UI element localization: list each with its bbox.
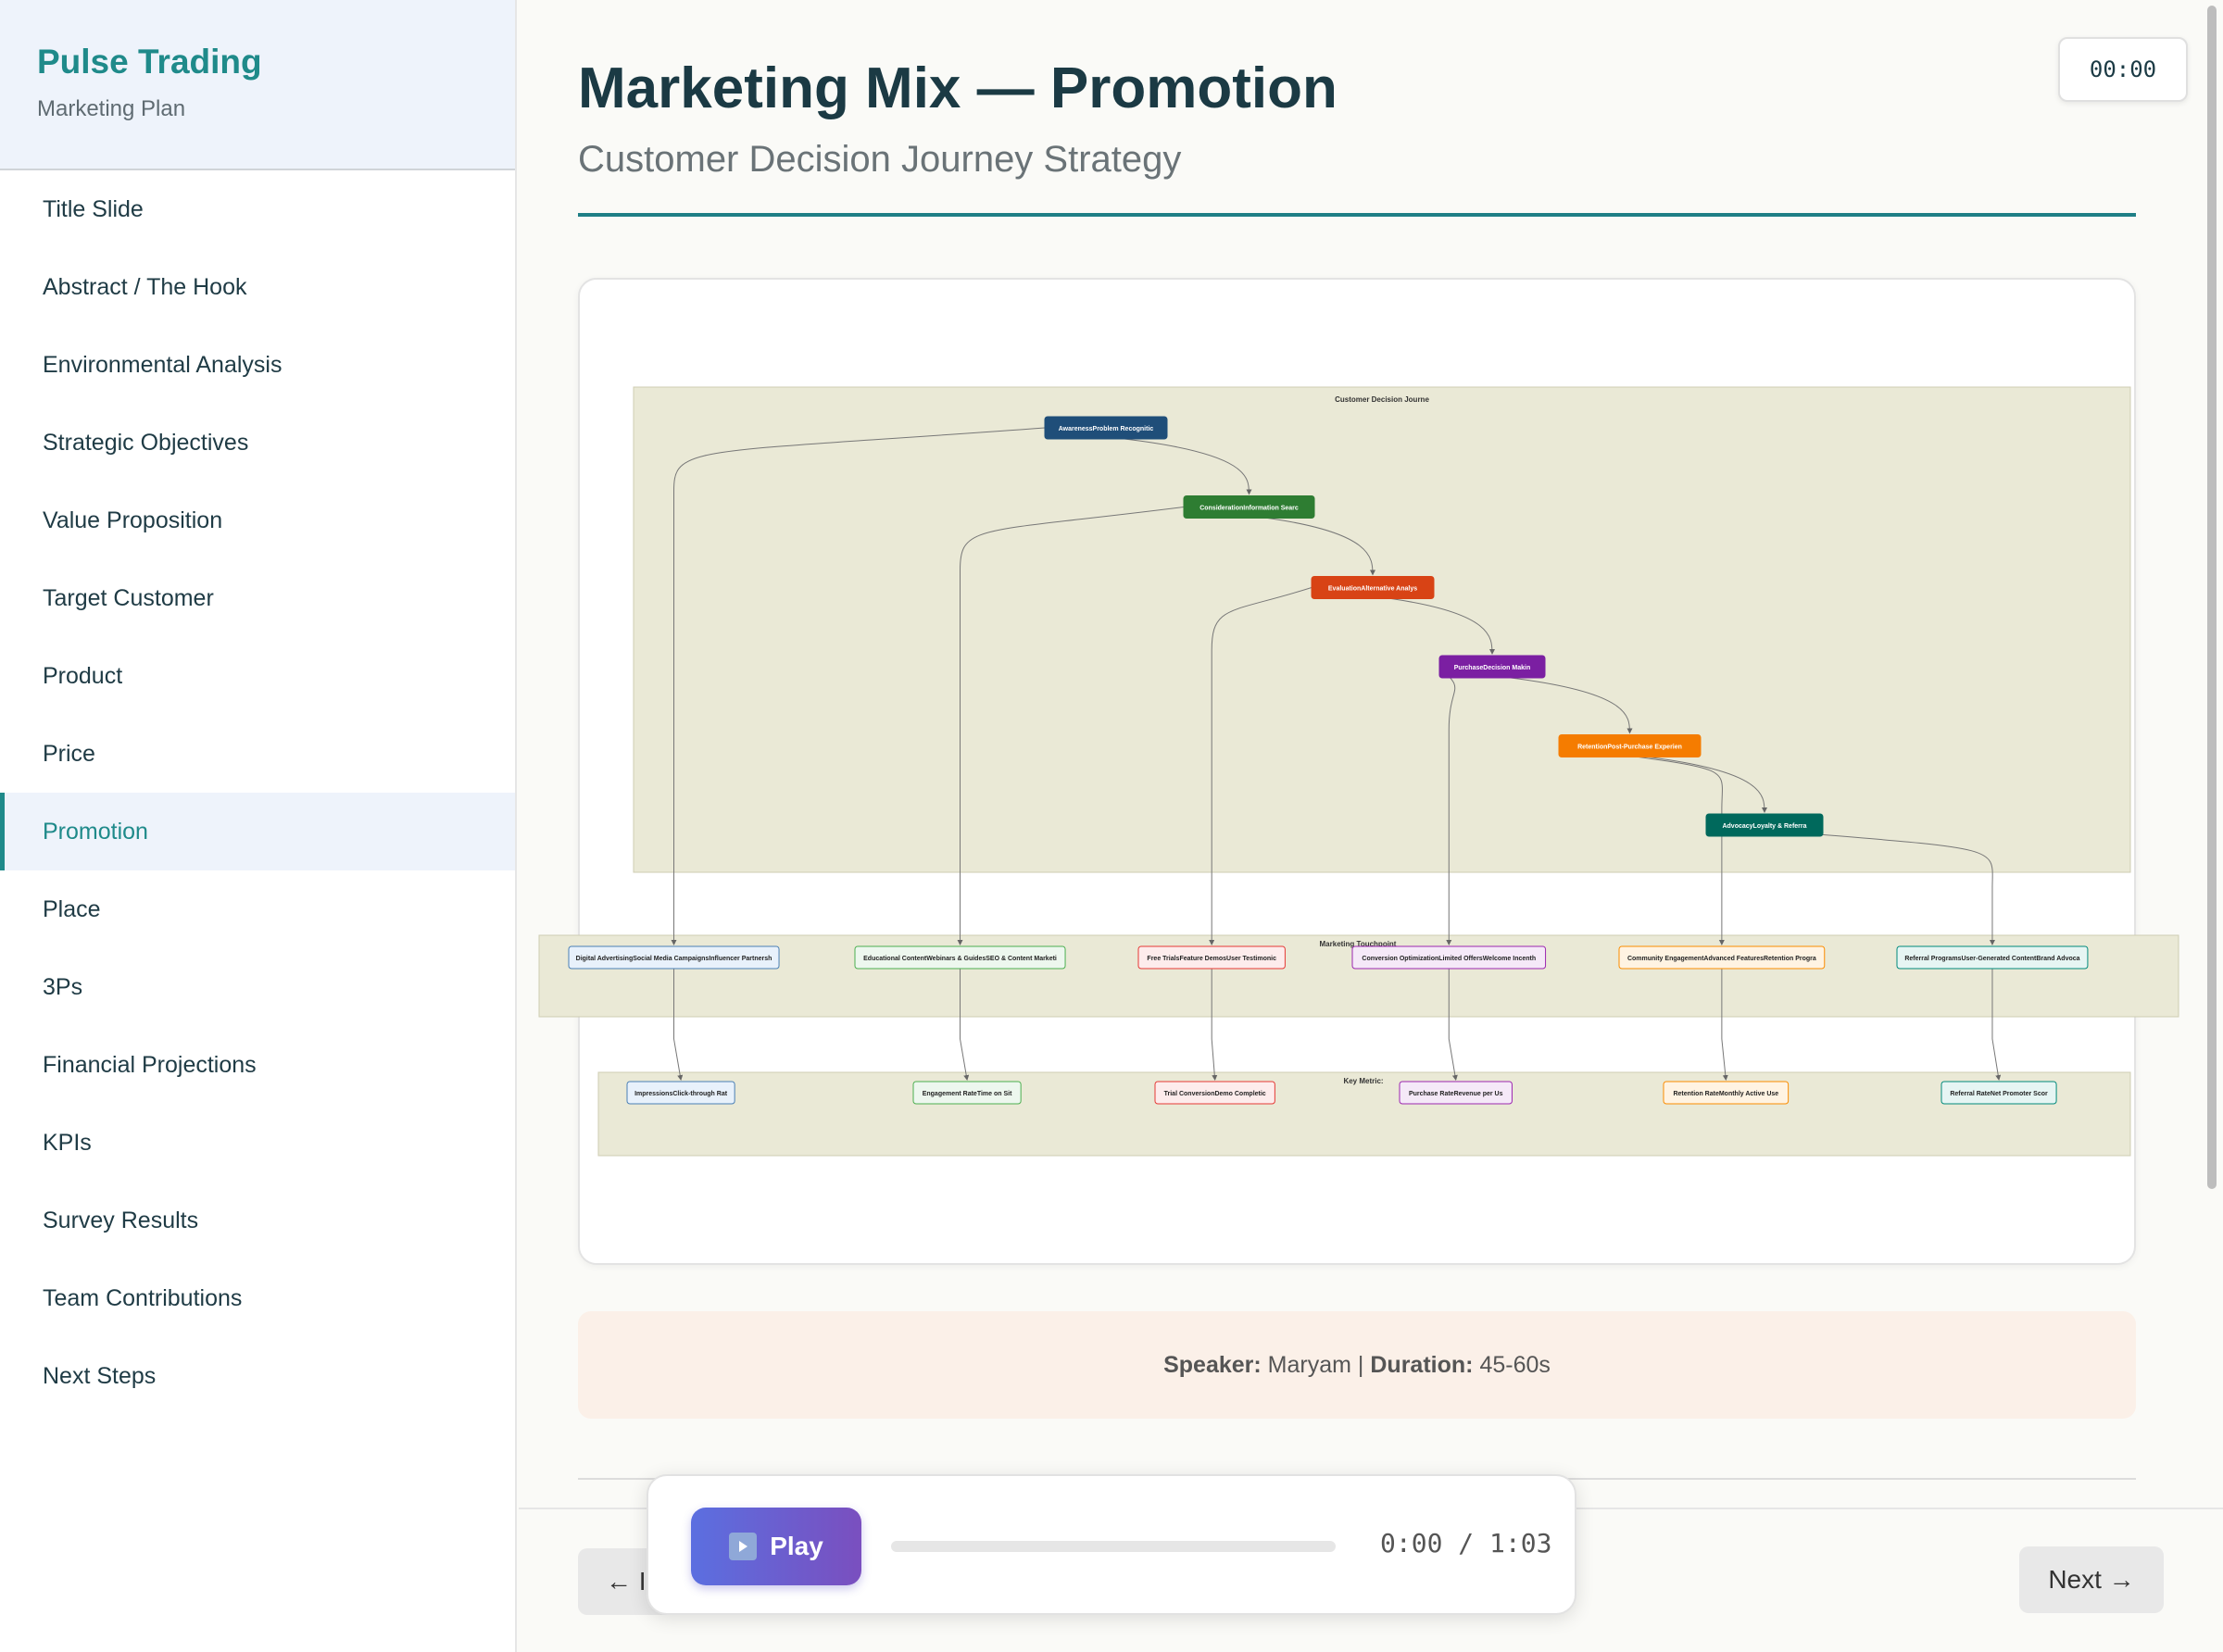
timer-display: 00:00 — [2058, 37, 2188, 102]
duration-label: Duration: — [1370, 1351, 1474, 1378]
touchpoints-node: Digital AdvertisingSocial Media Campaign… — [568, 945, 780, 970]
touchpoints-node: Community EngagementAdvanced FeaturesRet… — [1618, 945, 1826, 970]
journey-group-label: Customer Decision Journe — [1335, 395, 1429, 404]
stages-node: AwarenessProblem Recognitic — [1044, 416, 1168, 440]
touchpoints-node: Conversion OptimizationLimited OffersWel… — [1351, 945, 1547, 970]
sidebar-item-price[interactable]: Price — [0, 715, 515, 793]
app-title: Pulse Trading — [37, 43, 262, 81]
sidebar-item-target-customer[interactable]: Target Customer — [0, 559, 515, 637]
metrics-label: Trial ConversionDemo Completic — [1164, 1091, 1266, 1097]
page-title: Marketing Mix — Promotion — [578, 56, 1338, 120]
metrics-node: Trial ConversionDemo Completic — [1154, 1081, 1275, 1105]
stages-node: PurchaseDecision Makin — [1438, 655, 1546, 679]
metrics-label: Referral RateNet Promoter Scor — [1950, 1091, 2048, 1097]
sidebar-item-promotion[interactable]: Promotion — [0, 793, 515, 870]
stages-label: ConsiderationInformation Searc — [1199, 506, 1299, 512]
metrics-group-label: Key Metric: — [1343, 1077, 1383, 1085]
sidebar-item-survey-results[interactable]: Survey Results — [0, 1182, 515, 1259]
touchpoints-label: Educational ContentWebinars & GuidesSEO … — [863, 956, 1057, 962]
touchpoints-node: Referral ProgramsUser-Generated ContentB… — [1896, 945, 2089, 970]
touchpoints-label: Free TrialsFeature DemosUser Testimonic — [1147, 956, 1276, 962]
stages-label: AwarenessProblem Recognitic — [1059, 426, 1154, 432]
touchpoints-node: Educational ContentWebinars & GuidesSEO … — [854, 945, 1066, 970]
sidebar-item-financial-projections[interactable]: Financial Projections — [0, 1026, 515, 1104]
stages-node: EvaluationAlternative Analys — [1311, 576, 1435, 599]
next-button[interactable]: Next → — [2019, 1546, 2164, 1613]
speaker-note: Speaker: Maryam | Duration: 45-60s — [578, 1311, 2136, 1419]
main-content: Marketing Mix — Promotion Customer Decis… — [519, 0, 2223, 1652]
stages-node: RetentionPost-Purchase Experien — [1558, 734, 1702, 757]
sidebar-item-title-slide[interactable]: Title Slide — [0, 170, 515, 248]
sidebar-item-value-proposition[interactable]: Value Proposition — [0, 482, 515, 559]
speaker-separator: | — [1357, 1351, 1364, 1378]
audio-time: 0:00 / 1:03 — [1380, 1528, 1552, 1558]
speaker-name: Maryam — [1267, 1351, 1351, 1378]
sidebar: Pulse Trading Marketing Plan Title Slide… — [0, 0, 517, 1652]
touchpoints-label: Conversion OptimizationLimited OffersWel… — [1362, 956, 1536, 962]
sidebar-item-strategic-objectives[interactable]: Strategic Objectives — [0, 404, 515, 482]
stages-label: AdvocacyLoyalty & Referra — [1722, 823, 1806, 830]
page-subtitle: Customer Decision Journey Strategy — [578, 139, 1182, 180]
diagram-card: Customer Decision Journe Marketing Touch… — [538, 278, 2179, 1265]
journey-group — [633, 386, 2131, 873]
metrics-node: Retention RateMonthly Active Use — [1663, 1081, 1790, 1105]
duration-value: 45-60s — [1479, 1351, 1551, 1378]
stages-node: AdvocacyLoyalty & Referra — [1705, 813, 1824, 837]
touchpoints-label: Community EngagementAdvanced FeaturesRet… — [1627, 956, 1816, 962]
sidebar-header: Pulse Trading Marketing Plan — [0, 0, 515, 170]
play-button[interactable]: Play — [691, 1508, 861, 1585]
metrics-node: Referral RateNet Promoter Scor — [1940, 1081, 2057, 1105]
journey-diagram: Customer Decision Journe Marketing Touch… — [538, 386, 2179, 1157]
stages-label: RetentionPost-Purchase Experien — [1577, 745, 1682, 751]
stages-label: EvaluationAlternative Analys — [1328, 586, 1417, 593]
sidebar-item-team-contributions[interactable]: Team Contributions — [0, 1259, 515, 1337]
metrics-label: Engagement RateTime on Sit — [923, 1091, 1012, 1097]
app-subtitle: Marketing Plan — [37, 96, 186, 121]
speaker-label: Speaker: — [1163, 1351, 1262, 1378]
metrics-label: Purchase RateRevenue per Us — [1409, 1091, 1503, 1097]
audio-progress-bar[interactable] — [891, 1541, 1336, 1552]
scrollbar-thumb[interactable] — [2207, 6, 2217, 1189]
sidebar-item-kpis[interactable]: KPIs — [0, 1104, 515, 1182]
sidebar-item-3ps[interactable]: 3Ps — [0, 948, 515, 1026]
stages-label: PurchaseDecision Makin — [1454, 665, 1530, 671]
sidebar-item-environmental-analysis[interactable]: Environmental Analysis — [0, 326, 515, 404]
metrics-node: Engagement RateTime on Sit — [912, 1081, 1022, 1105]
play-label: Play — [770, 1532, 823, 1560]
touchpoints-label: Referral ProgramsUser-Generated ContentB… — [1904, 956, 2079, 962]
metrics-node: Purchase RateRevenue per Us — [1399, 1081, 1513, 1105]
sidebar-item-next-steps[interactable]: Next Steps — [0, 1337, 515, 1415]
scrollbar[interactable] — [2203, 0, 2221, 1652]
sidebar-nav: Title Slide Abstract / The Hook Environmen… — [0, 170, 515, 1415]
sidebar-item-product[interactable]: Product — [0, 637, 515, 715]
sidebar-item-abstract-the-hook[interactable]: Abstract / The Hook — [0, 248, 515, 326]
title-underline — [578, 213, 2136, 217]
touchpoints-label: Digital AdvertisingSocial Media Campaign… — [576, 956, 772, 962]
metrics-node: ImpressionsClick-through Rat — [626, 1081, 735, 1105]
audio-player: Play 0:00 / 1:03 — [647, 1474, 1576, 1615]
play-icon — [729, 1533, 758, 1560]
metrics-label: ImpressionsClick-through Rat — [634, 1091, 728, 1097]
stages-node: ConsiderationInformation Searc — [1183, 495, 1315, 519]
metrics-label: Retention RateMonthly Active Use — [1673, 1091, 1778, 1097]
touchpoints-node: Free TrialsFeature DemosUser Testimonic — [1137, 945, 1286, 970]
sidebar-item-place[interactable]: Place — [0, 870, 515, 948]
